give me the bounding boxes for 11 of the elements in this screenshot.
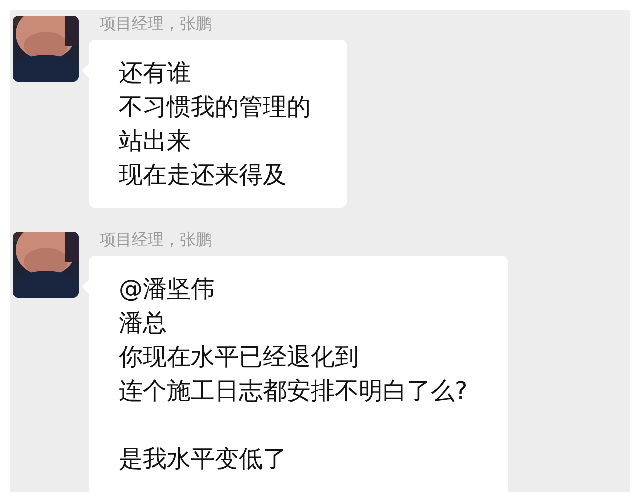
message-text: 现在走还来得及: [119, 160, 288, 191]
message-text: 你现在水平已经退化到: [119, 342, 360, 373]
message-text: 潘总: [119, 308, 168, 339]
message-text: 连个施工日志都安排不明白了么?: [119, 376, 468, 407]
message-text: 是我水平变低了: [119, 444, 288, 475]
message-text: 站出来: [119, 126, 192, 157]
sender-name: 项目经理，张鹏: [100, 14, 212, 34]
message-text: 不习惯我的管理的: [119, 92, 311, 123]
message-text: 还有谁: [119, 58, 192, 89]
sender-name: 项目经理，张鹏: [100, 230, 212, 250]
message-text: @潘坚伟: [119, 274, 216, 305]
